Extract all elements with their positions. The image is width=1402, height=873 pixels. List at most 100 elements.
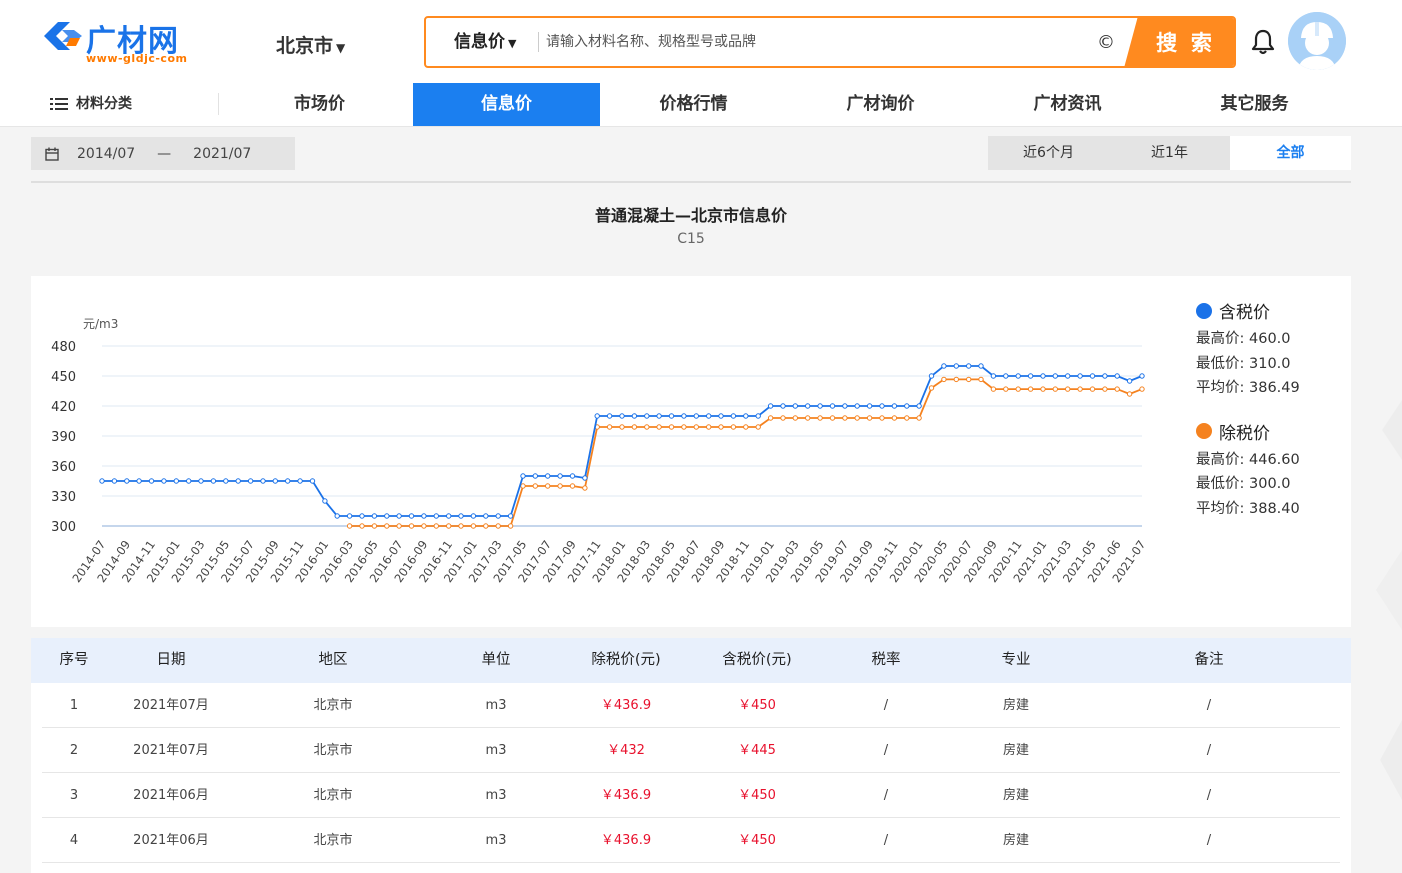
td-region: 北京市 [313, 743, 353, 758]
series-point-1 [904, 415, 910, 421]
site-logo[interactable]: 广材网 www-gldjc-com [42, 16, 202, 70]
th-remark: 备注 [1194, 652, 1224, 668]
series-point-0 [866, 403, 873, 409]
series-point-1 [1065, 386, 1071, 392]
search-type-dropdown[interactable]: 信息价 ▼ [426, 18, 538, 66]
tab-last-6-months[interactable]: 近6个月 [988, 136, 1109, 170]
td-remark: / [1206, 833, 1212, 848]
td-index: 1 [69, 698, 79, 713]
series-point-0 [619, 413, 625, 419]
main-nav: 材料分类 市场价 信息价 价格行情 广材询价 广材资讯 其它服务 [30, 83, 1350, 126]
series-point-1 [606, 424, 613, 430]
calendar-icon [45, 147, 59, 161]
series-point-1 [743, 424, 749, 430]
table-row: 1 2021年07月 北京市 m3 ￥436.9 ￥450 / 房建 / [42, 683, 1340, 728]
series-point-0 [681, 413, 687, 419]
td-specialty: 房建 [1002, 788, 1029, 803]
date-range-picker[interactable]: 2014/07 — 2021/07 [31, 137, 295, 170]
series-point-1 [346, 523, 353, 529]
caret-down-icon: ▼ [336, 41, 346, 55]
y-tick-label: 420 [51, 400, 76, 415]
nav-separator [218, 93, 219, 115]
th-index: 序号 [59, 652, 89, 668]
series-point-0 [767, 403, 774, 409]
y-tick-label: 390 [51, 430, 76, 445]
series-point-1 [706, 424, 712, 430]
series-point-1 [780, 415, 786, 421]
series-point-0 [186, 478, 192, 484]
y-tick-label: 300 [51, 520, 76, 535]
search-input[interactable] [546, 24, 1086, 60]
td-region: 北京市 [313, 833, 353, 848]
bell-icon[interactable] [1250, 28, 1276, 56]
legend-series-tax-excl[interactable]: 除税价 最高价: 446.60 最低价: 300.0 平均价: 388.40 [1196, 419, 1346, 522]
series-point-0 [458, 513, 464, 519]
date-start: 2014/07 [77, 145, 136, 162]
top-header: 广材网 www-gldjc-com 北京市▼ 信息价▼ © 搜 索 [0, 0, 1402, 127]
series-point-0 [359, 513, 365, 519]
td-remark: / [1206, 743, 1212, 758]
series-point-0 [396, 513, 402, 519]
legend-series-tax-incl[interactable]: 含税价 最高价: 460.0 最低价: 310.0 平均价: 386.49 [1196, 298, 1346, 401]
series-point-0 [718, 413, 724, 419]
nav-item-other-services[interactable]: 其它服务 [1161, 83, 1348, 126]
series-point-0 [1040, 373, 1046, 379]
series-point-0 [334, 513, 340, 519]
series-point-1 [953, 376, 959, 383]
tab-all[interactable]: 全部 [1230, 136, 1351, 170]
nav-item-news[interactable]: 广材资讯 [974, 83, 1161, 126]
td-price-excl: ￥436.9 [600, 833, 652, 848]
td-price-incl: ￥445 [738, 743, 776, 758]
th-price-incl: 含税价(元) [722, 652, 792, 668]
city-label: 北京市 [276, 35, 334, 57]
series-point-0 [805, 403, 811, 409]
nav-category-menu[interactable]: 材料分类 [50, 83, 132, 126]
caret-down-icon: ▼ [508, 37, 517, 50]
series-point-1 [656, 424, 662, 430]
series-point-0 [854, 403, 860, 409]
series-point-1 [941, 376, 947, 383]
price-chart-card: 元/m3 480 450 420 390 360 330 300 2014-07 2014-09 2… [31, 276, 1351, 627]
series-point-1 [879, 415, 885, 421]
series-point-0 [1015, 373, 1021, 379]
series-point-1 [1027, 386, 1034, 392]
series-point-0 [730, 413, 737, 419]
nav-item-price-trend[interactable]: 价格行情 [600, 83, 787, 126]
tab-last-1-year[interactable]: 近1年 [1109, 136, 1230, 170]
table-header: 序号 日期 地区 单位 除税价(元) 含税价(元) 税率 专业 备注 [31, 638, 1351, 683]
series-point-1 [557, 483, 563, 489]
td-unit: m3 [485, 788, 507, 803]
series-point-1 [396, 523, 402, 529]
series-point-0 [1065, 373, 1071, 379]
series-point-0 [148, 478, 155, 484]
series-point-0 [582, 475, 588, 481]
legend-avg: 平均价: 386.49 [1196, 380, 1300, 396]
nav-item-info-price[interactable]: 信息价 [413, 83, 600, 126]
user-avatar[interactable] [1288, 12, 1346, 70]
legend-min: 最低价: 300.0 [1196, 476, 1291, 492]
th-specialty: 专业 [1001, 652, 1031, 668]
nav-item-inquiry[interactable]: 广材询价 [787, 83, 974, 126]
series-point-1 [1040, 386, 1046, 392]
series-point-0 [817, 403, 823, 409]
city-selector[interactable]: 北京市 ▼ [276, 31, 345, 58]
series-point-0 [743, 413, 749, 419]
series-point-0 [235, 478, 241, 484]
series-point-0 [346, 513, 353, 519]
series-point-1 [408, 523, 415, 529]
period-tabs: 近6个月 近1年 全部 [988, 136, 1351, 170]
series-point-0 [384, 513, 390, 519]
series-point-0 [656, 413, 662, 419]
td-index: 4 [69, 833, 79, 848]
nav-item-market-price[interactable]: 市场价 [226, 83, 413, 126]
series-point-1 [1102, 386, 1108, 392]
worker-avatar-icon [1288, 12, 1346, 70]
y-tick-label: 360 [51, 460, 76, 475]
series-point-1 [718, 424, 724, 430]
series-point-0 [247, 478, 254, 484]
search-button[interactable]: 搜 索 [1124, 18, 1234, 66]
td-specialty: 房建 [1002, 743, 1029, 758]
clear-icon[interactable]: © [1094, 30, 1118, 54]
series-point-0 [297, 478, 303, 484]
date-dash: — [157, 145, 172, 162]
